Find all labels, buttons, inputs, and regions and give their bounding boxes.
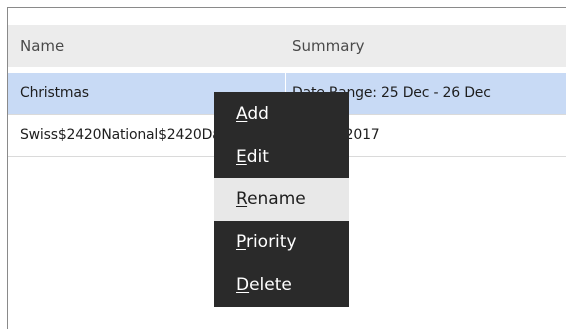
menu-item-mnemonic: R xyxy=(236,189,248,209)
menu-item-label: dit xyxy=(246,147,269,167)
menu-item-rename[interactable]: Rename xyxy=(214,178,349,221)
menu-item-label: riority xyxy=(245,232,297,252)
menu-item-add[interactable]: Add xyxy=(214,93,349,136)
menu-item-mnemonic: P xyxy=(236,232,246,252)
menu-item-label: ename xyxy=(247,189,306,209)
menu-item-priority[interactable]: Priority xyxy=(214,221,349,264)
menu-item-mnemonic: D xyxy=(236,275,250,295)
menu-item-edit[interactable]: Edit xyxy=(214,136,349,179)
menu-item-label: dd xyxy=(247,104,269,124)
context-menu: Add Edit Rename Priority Delete xyxy=(214,92,349,307)
menu-item-label: elete xyxy=(249,275,292,295)
menu-item-mnemonic: A xyxy=(236,104,248,124)
column-header-summary[interactable]: Summary xyxy=(292,25,365,67)
menu-item-delete[interactable]: Delete xyxy=(214,264,349,307)
menu-item-mnemonic: E xyxy=(236,147,247,167)
column-header-name[interactable]: Name xyxy=(20,25,64,67)
table-header: Name Summary xyxy=(8,25,566,67)
